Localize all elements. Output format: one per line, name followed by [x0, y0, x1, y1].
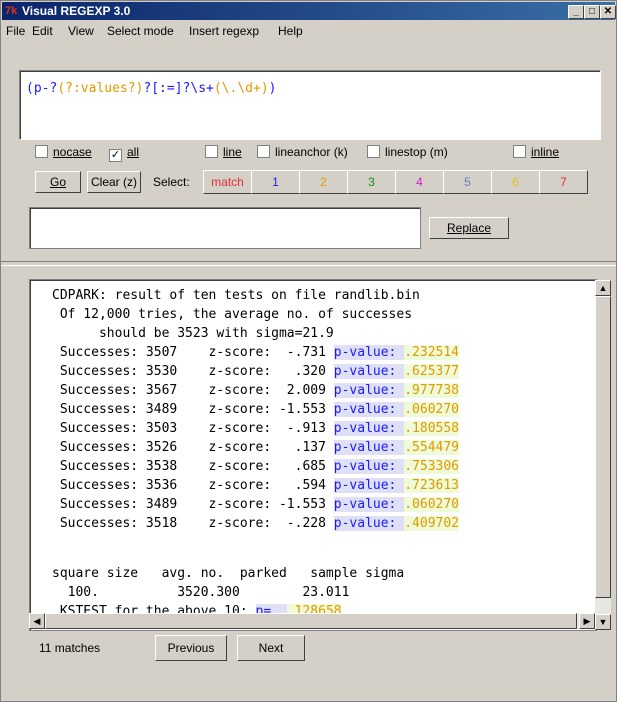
p-value: .723613: [404, 478, 460, 493]
p-value: .625377: [404, 364, 460, 379]
p-value: .554479: [404, 440, 460, 455]
p-value: .180558: [404, 421, 460, 436]
horizontal-scroll-thumb[interactable]: [45, 613, 577, 629]
regex-input[interactable]: (p-?(?:values?)?[:=]?\s+(\.\d+)): [19, 70, 601, 140]
p-value-label: p-value:: [333, 497, 397, 512]
output-header-line: CDPARK: result of ten tests on file rand…: [52, 288, 420, 303]
scroll-left-icon[interactable]: ◀: [29, 613, 45, 629]
scroll-right-icon[interactable]: ▶: [579, 613, 595, 629]
output-row: Successes: 3538 z-score: .685 p-value: .…: [52, 459, 460, 474]
p-value-label: p-value:: [333, 478, 397, 493]
p-value-label: p-value:: [333, 440, 397, 455]
option-nocase[interactable]: nocase: [35, 145, 92, 161]
regex-part-3: ?[:=]?\s+: [143, 81, 214, 96]
horizontal-scrollbar[interactable]: ◀ ▶: [29, 613, 595, 629]
output-summary-values: 100. 3520.300 23.011: [52, 585, 350, 600]
menu-file[interactable]: File: [6, 24, 25, 38]
vertical-scrollbar[interactable]: ▲ ▼: [595, 280, 611, 630]
p-value-label: p-value:: [333, 383, 397, 398]
p-value: .232514: [404, 345, 460, 360]
scroll-down-icon[interactable]: ▼: [595, 614, 611, 630]
all-checkbox[interactable]: ✓: [109, 149, 122, 162]
p-value: .409702: [404, 516, 460, 531]
menu-insert-regexp[interactable]: Insert regexp: [189, 24, 259, 38]
output-header-line: Of 12,000 tries, the average no. of succ…: [52, 307, 413, 322]
p-value: .977738: [404, 383, 460, 398]
p-value: .753306: [404, 459, 460, 474]
select-group-3-button[interactable]: 3: [347, 170, 396, 194]
regex-part-1: (p-?: [26, 81, 58, 96]
window-title: Visual REGEXP 3.0: [22, 4, 131, 18]
match-count: 11 matches: [39, 641, 101, 655]
title-bar: 7k Visual REGEXP 3.0 _ □ ✕: [2, 2, 616, 20]
nocase-checkbox[interactable]: [35, 145, 48, 158]
select-group-5-button[interactable]: 5: [443, 170, 492, 194]
output-row: Successes: 3536 z-score: .594 p-value: .…: [52, 478, 460, 493]
output-row: Successes: 3489 z-score: -1.553 p-value:…: [52, 402, 460, 417]
menu-help[interactable]: Help: [278, 24, 303, 38]
option-linestop[interactable]: linestop (m): [367, 145, 448, 161]
next-button[interactable]: Next: [237, 635, 305, 661]
menu-view[interactable]: View: [68, 24, 94, 38]
linestop-checkbox[interactable]: [367, 145, 380, 158]
regex-part-5: ): [268, 81, 277, 96]
p-value-label: p-value:: [333, 402, 397, 417]
app-window: 7k Visual REGEXP 3.0 _ □ ✕ File Edit Vie…: [0, 0, 617, 702]
p-value-label: p-value:: [333, 345, 397, 360]
p-value-label: p-value:: [333, 364, 397, 379]
regex-part-2: (?:values?): [57, 81, 144, 96]
select-group-7-button[interactable]: 7: [539, 170, 588, 194]
select-label: Select:: [153, 175, 190, 189]
p-value-label: p-value:: [333, 421, 397, 436]
output-header-line: should be 3523 with sigma=21.9: [52, 326, 334, 341]
clear-button[interactable]: Clear (z): [87, 171, 141, 193]
output-summary-header: square size avg. no. parked sample sigma: [52, 566, 405, 581]
option-all[interactable]: ✓ all: [109, 145, 139, 162]
output-row: Successes: 3518 z-score: -.228 p-value: …: [52, 516, 460, 531]
regex-text: (p-?(?:values?)?[:=]?\s+(\.\d+)): [26, 81, 276, 96]
output-row: Successes: 3530 z-score: .320 p-value: .…: [52, 364, 460, 379]
option-lineanchor[interactable]: lineanchor (k): [257, 145, 348, 161]
menu-edit[interactable]: Edit: [32, 24, 53, 38]
p-value-label: p-value:: [333, 516, 397, 531]
previous-button[interactable]: Previous: [155, 635, 227, 661]
output-row: Successes: 3489 z-score: -1.553 p-value:…: [52, 497, 460, 512]
option-line[interactable]: line: [205, 145, 242, 161]
maximize-button[interactable]: □: [584, 5, 600, 19]
vertical-scroll-thumb[interactable]: [595, 296, 611, 598]
line-checkbox[interactable]: [205, 145, 218, 158]
scroll-up-icon[interactable]: ▲: [595, 280, 611, 296]
pane-divider[interactable]: [1, 261, 616, 266]
output-text-area[interactable]: CDPARK: result of ten tests on file rand…: [29, 279, 597, 631]
select-match-button[interactable]: match: [203, 170, 252, 194]
select-group-4-button[interactable]: 4: [395, 170, 444, 194]
output-row: Successes: 3567 z-score: 2.009 p-value: …: [52, 383, 460, 398]
lineanchor-checkbox[interactable]: [257, 145, 270, 158]
p-value-label: p-value:: [333, 459, 397, 474]
replace-button[interactable]: Replace: [429, 217, 509, 239]
replace-input[interactable]: [29, 207, 421, 249]
tk-feather-icon: 7k: [5, 5, 18, 17]
close-button[interactable]: ✕: [600, 5, 616, 19]
menu-select-mode[interactable]: Select mode: [107, 24, 174, 38]
p-value: .060270: [404, 497, 460, 512]
inline-checkbox[interactable]: [513, 145, 526, 158]
select-group-2-button[interactable]: 2: [299, 170, 348, 194]
select-group-1-button[interactable]: 1: [251, 170, 300, 194]
regex-part-4: (\.\d+): [213, 81, 269, 96]
menu-bar: File Edit View Select mode Insert regexp…: [2, 21, 615, 41]
output-row: Successes: 3526 z-score: .137 p-value: .…: [52, 440, 460, 455]
go-button[interactable]: Go: [35, 171, 81, 193]
output-row: Successes: 3507 z-score: -.731 p-value: …: [52, 345, 460, 360]
p-value: .060270: [404, 402, 460, 417]
select-group-6-button[interactable]: 6: [491, 170, 540, 194]
option-inline[interactable]: inline: [513, 145, 559, 161]
output-row: Successes: 3503 z-score: -.913 p-value: …: [52, 421, 460, 436]
minimize-button[interactable]: _: [568, 5, 584, 19]
